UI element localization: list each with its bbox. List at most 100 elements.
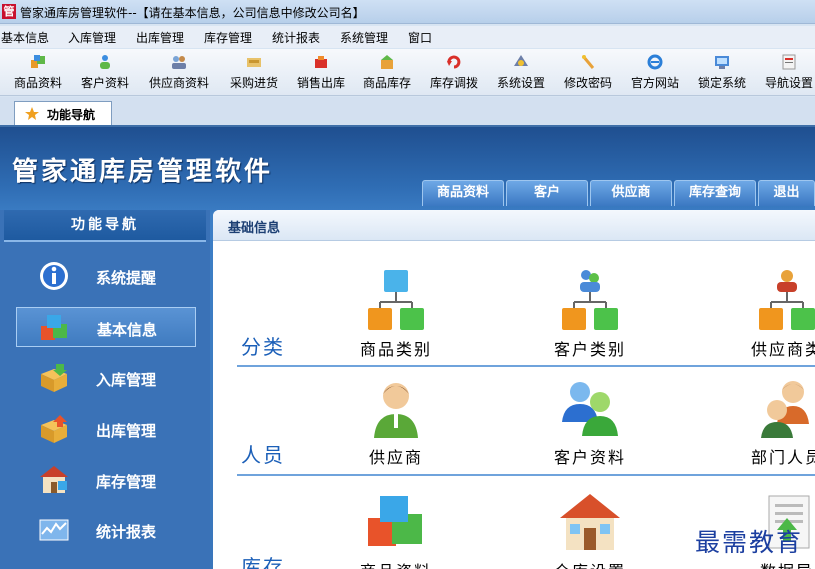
sidebar-item-label: 系统提醒 bbox=[96, 269, 157, 287]
menu-window[interactable]: 窗口 bbox=[408, 29, 432, 46]
product-category-button[interactable]: 商品类别 bbox=[321, 268, 471, 359]
warehouse-icon bbox=[40, 466, 68, 493]
toolbar-label: 供应商资料 bbox=[148, 76, 209, 90]
toolbar-product-button[interactable]: 商品资料 bbox=[3, 51, 73, 95]
toolbar-label: 官方网站 bbox=[630, 76, 679, 90]
menu-stock-out[interactable]: 出库管理 bbox=[136, 29, 184, 46]
cubes-icon bbox=[368, 496, 422, 546]
lock-icon bbox=[715, 56, 729, 69]
sidebar-item-basic-info[interactable]: 基本信息 bbox=[16, 307, 196, 347]
department-staff-button[interactable]: 部门人员 bbox=[712, 376, 815, 467]
grid-item-label: 仓库设置 bbox=[515, 558, 665, 569]
customer-category-button[interactable]: 客户类别 bbox=[515, 268, 665, 359]
sidebar-item-label: 基本信息 bbox=[97, 321, 158, 339]
users-icon bbox=[562, 382, 618, 436]
toolbar-label: 库存调拨 bbox=[429, 76, 478, 90]
grid-item-label: 部门人员 bbox=[750, 448, 815, 467]
toolbar-label: 销售出库 bbox=[296, 76, 345, 90]
toolbar-settings-button[interactable]: 系统设置 bbox=[486, 51, 556, 95]
product-info-button[interactable]: 商品资料 bbox=[321, 490, 471, 569]
grid-item-label: 客户类别 bbox=[553, 340, 626, 359]
menu-basic-info[interactable]: 基本信息 bbox=[1, 29, 49, 46]
toolbar-website-button[interactable]: 官方网站 bbox=[620, 51, 690, 95]
toolbar-label: 采购进货 bbox=[229, 76, 278, 90]
cubes-icon bbox=[41, 315, 67, 340]
box-out-icon bbox=[41, 415, 67, 443]
toolbar-inventory-button[interactable]: 商品库存 bbox=[352, 51, 422, 95]
transfer-icon bbox=[447, 55, 461, 69]
content-panel: 基础信息 分类 商品类别 客户类别 供应商类 人员 供应商 客户资料 部门人员 … bbox=[213, 210, 815, 569]
toolbar-nav-settings-button[interactable]: 导航设置 bbox=[754, 51, 815, 95]
customer-info-button[interactable]: 客户资料 bbox=[515, 376, 665, 467]
grid-item-label: 商品资料 bbox=[321, 558, 471, 569]
content-header: 基础信息 bbox=[213, 210, 815, 241]
sidebar: 功能导航 系统提醒 基本信息 入库管理 出库管理 库存管理 统计报表 bbox=[0, 210, 210, 569]
toolbar-sales-button[interactable]: 销售出库 bbox=[286, 51, 356, 95]
title-bar: 管 管家通库房管理软件--【请在基本信息，公司信息中修改公司名】 bbox=[0, 0, 815, 24]
category-tree-icon bbox=[368, 270, 424, 330]
sidebar-item-system-alerts[interactable]: 系统提醒 bbox=[16, 256, 196, 296]
window-title: 管家通库房管理软件--【请在基本信息，公司信息中修改公司名】 bbox=[20, 6, 365, 20]
top-tab-products[interactable]: 商品资料 bbox=[422, 180, 504, 206]
purchase-icon bbox=[247, 58, 261, 67]
toolbar: 商品资料 客户资料 供应商资料 采购进货 销售出库 商品库存 库存调拨 系统设置… bbox=[0, 49, 815, 96]
supplier-icon bbox=[172, 56, 186, 69]
app-logo-icon: 管 bbox=[2, 4, 16, 19]
toolbar-label: 商品资料 bbox=[13, 76, 62, 90]
supplier-category-button[interactable]: 供应商类 bbox=[712, 268, 815, 359]
nav-star-icon bbox=[25, 107, 39, 120]
toolbar-label: 客户资料 bbox=[80, 76, 129, 90]
box-in-icon bbox=[41, 364, 67, 392]
top-tab-stock-query[interactable]: 库存查询 bbox=[674, 180, 756, 206]
sales-icon bbox=[315, 56, 327, 68]
toolbar-password-button[interactable]: 修改密码 bbox=[553, 51, 623, 95]
toolbar-customer-button[interactable]: 客户资料 bbox=[70, 51, 140, 95]
section-divider bbox=[237, 474, 815, 476]
product-icon bbox=[31, 55, 45, 68]
menu-stock-in[interactable]: 入库管理 bbox=[68, 29, 116, 46]
person-icon bbox=[374, 383, 418, 438]
toolbar-supplier-button[interactable]: 供应商资料 bbox=[144, 51, 214, 95]
grid-item-label: 供应商 bbox=[368, 448, 423, 467]
supplier-button[interactable]: 供应商 bbox=[321, 376, 471, 467]
main-panel: 管家通库房管理软件 商品资料 客户 供应商 库存查询 退出 功能导航 系统提醒 … bbox=[0, 127, 815, 569]
sidebar-item-reports[interactable]: 统计报表 bbox=[16, 510, 196, 550]
nav-settings-icon bbox=[782, 54, 796, 70]
section-label-personnel: 人员 bbox=[241, 443, 285, 467]
warehouse-settings-button[interactable]: 仓库设置 bbox=[515, 490, 665, 569]
supplier-tree-icon bbox=[759, 270, 815, 330]
website-icon bbox=[647, 54, 663, 70]
house-icon bbox=[560, 494, 620, 550]
sidebar-header: 功能导航 bbox=[4, 210, 206, 242]
sidebar-item-label: 库存管理 bbox=[96, 473, 157, 491]
top-tab-exit[interactable]: 退出 bbox=[758, 180, 815, 206]
sidebar-item-inventory[interactable]: 库存管理 bbox=[16, 460, 196, 500]
info-icon bbox=[40, 262, 68, 290]
grid-item-label: 客户资料 bbox=[553, 448, 626, 467]
content-title: 基础信息 bbox=[228, 221, 281, 236]
tab-function-nav[interactable]: 功能导航 bbox=[14, 101, 112, 125]
toolbar-lock-button[interactable]: 锁定系统 bbox=[687, 51, 757, 95]
section-divider bbox=[237, 365, 815, 367]
toolbar-label: 商品库存 bbox=[362, 76, 411, 90]
sidebar-item-stock-in[interactable]: 入库管理 bbox=[16, 358, 196, 398]
menu-reports[interactable]: 统计报表 bbox=[272, 29, 320, 46]
sidebar-item-label: 统计报表 bbox=[96, 523, 157, 541]
menu-inventory[interactable]: 库存管理 bbox=[204, 29, 252, 46]
toolbar-label: 导航设置 bbox=[764, 76, 813, 90]
toolbar-label: 锁定系统 bbox=[697, 76, 746, 90]
password-icon bbox=[581, 55, 595, 69]
document-tab-strip: 功能导航 bbox=[0, 97, 815, 127]
toolbar-transfer-button[interactable]: 库存调拨 bbox=[419, 51, 489, 95]
toolbar-label: 修改密码 bbox=[563, 76, 612, 90]
toolbar-purchase-button[interactable]: 采购进货 bbox=[219, 51, 289, 95]
top-tab-suppliers[interactable]: 供应商 bbox=[590, 180, 672, 206]
top-tab-customers[interactable]: 客户 bbox=[506, 180, 588, 206]
app-banner-title: 管家通库房管理软件 bbox=[12, 157, 274, 187]
customer-tree-icon bbox=[562, 270, 618, 330]
menu-system[interactable]: 系统管理 bbox=[340, 29, 388, 46]
sidebar-item-stock-out[interactable]: 出库管理 bbox=[16, 409, 196, 449]
inventory-icon bbox=[381, 55, 393, 69]
staff-icon bbox=[761, 381, 809, 438]
sidebar-item-label: 入库管理 bbox=[96, 371, 157, 389]
